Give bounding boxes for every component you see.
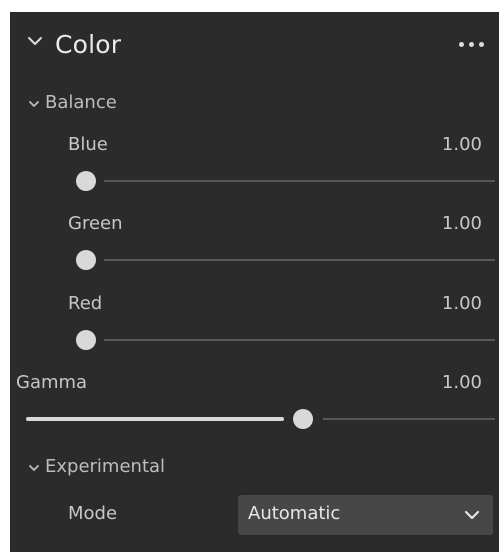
group-balance-header[interactable]: Balance — [10, 90, 499, 118]
slider-fill[interactable] — [26, 417, 284, 421]
more-horizontal-icon — [469, 42, 474, 47]
group-experimental-label: Experimental — [45, 456, 166, 477]
group-balance-label: Balance — [45, 92, 117, 113]
gamma-slider[interactable] — [26, 408, 495, 430]
panel-header[interactable]: Color — [10, 12, 499, 80]
slider-thumb[interactable] — [76, 250, 96, 270]
green-label: Green — [68, 213, 123, 234]
group-experimental-header[interactable]: Experimental — [10, 454, 499, 482]
blue-slider[interactable] — [76, 170, 495, 192]
chevron-down-icon[interactable] — [28, 462, 40, 474]
green-value[interactable]: 1.00 — [442, 213, 482, 235]
more-options-button[interactable] — [457, 34, 487, 54]
slider-track[interactable] — [104, 180, 495, 182]
gamma-value[interactable]: 1.00 — [442, 372, 482, 394]
chevron-down-icon[interactable] — [26, 32, 44, 50]
slider-thumb[interactable] — [76, 330, 96, 350]
red-value[interactable]: 1.00 — [442, 293, 482, 315]
mode-select[interactable]: Automatic — [238, 495, 493, 535]
red-label: Red — [68, 293, 103, 314]
blue-value[interactable]: 1.00 — [442, 134, 482, 156]
blue-label: Blue — [68, 134, 108, 155]
more-horizontal-icon — [459, 42, 464, 47]
gamma-label: Gamma — [16, 372, 88, 393]
chevron-down-icon[interactable] — [28, 98, 40, 110]
mode-select-value[interactable]: Automatic — [248, 503, 340, 525]
color-panel: Color Balance Blue 1.00 Green 1.00 Red 1… — [10, 12, 499, 552]
panel-title: Color — [55, 30, 122, 59]
chevron-down-icon[interactable] — [464, 509, 480, 521]
slider-thumb[interactable] — [76, 171, 96, 191]
slider-thumb[interactable] — [293, 409, 313, 429]
mode-label: Mode — [68, 503, 118, 524]
more-horizontal-icon — [479, 42, 484, 47]
slider-track[interactable] — [104, 339, 495, 341]
slider-track[interactable] — [104, 259, 495, 261]
slider-track[interactable] — [323, 418, 495, 420]
red-slider[interactable] — [76, 329, 495, 351]
green-slider[interactable] — [76, 249, 495, 271]
